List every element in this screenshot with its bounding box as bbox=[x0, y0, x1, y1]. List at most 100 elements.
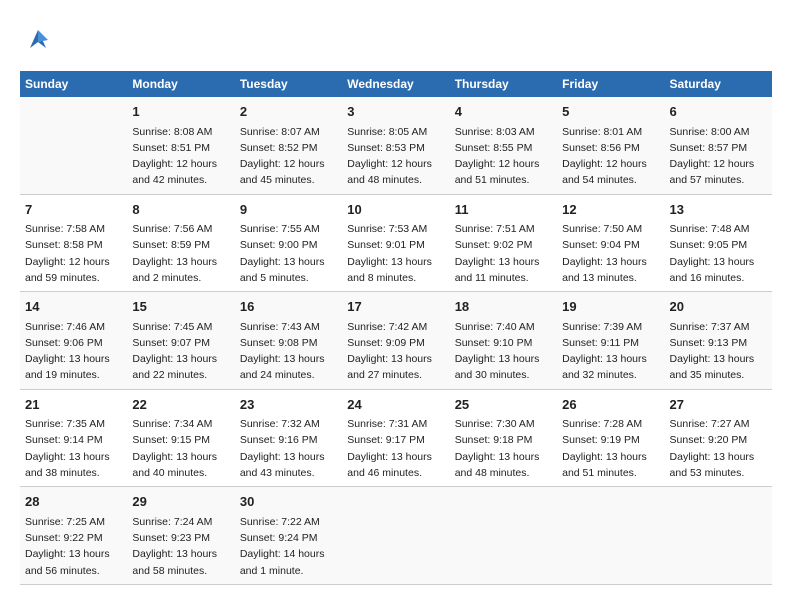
day-number: 23 bbox=[240, 395, 337, 415]
logo-icon bbox=[20, 20, 56, 56]
calendar-cell: 29Sunrise: 7:24 AM Sunset: 9:23 PM Dayli… bbox=[127, 487, 234, 585]
day-number: 29 bbox=[132, 492, 229, 512]
calendar-cell: 1Sunrise: 8:08 AM Sunset: 8:51 PM Daylig… bbox=[127, 97, 234, 194]
calendar-cell: 12Sunrise: 7:50 AM Sunset: 9:04 PM Dayli… bbox=[557, 194, 664, 292]
day-info: Sunrise: 7:40 AM Sunset: 9:10 PM Dayligh… bbox=[455, 319, 552, 384]
day-number: 9 bbox=[240, 200, 337, 220]
day-info: Sunrise: 7:58 AM Sunset: 8:58 PM Dayligh… bbox=[25, 221, 122, 286]
calendar-cell: 9Sunrise: 7:55 AM Sunset: 9:00 PM Daylig… bbox=[235, 194, 342, 292]
calendar-cell: 13Sunrise: 7:48 AM Sunset: 9:05 PM Dayli… bbox=[665, 194, 772, 292]
calendar-cell: 15Sunrise: 7:45 AM Sunset: 9:07 PM Dayli… bbox=[127, 292, 234, 390]
calendar-cell: 25Sunrise: 7:30 AM Sunset: 9:18 PM Dayli… bbox=[450, 389, 557, 487]
calendar-cell: 30Sunrise: 7:22 AM Sunset: 9:24 PM Dayli… bbox=[235, 487, 342, 585]
day-number: 22 bbox=[132, 395, 229, 415]
day-info: Sunrise: 7:56 AM Sunset: 8:59 PM Dayligh… bbox=[132, 221, 229, 286]
day-info: Sunrise: 8:03 AM Sunset: 8:55 PM Dayligh… bbox=[455, 124, 552, 189]
day-info: Sunrise: 7:37 AM Sunset: 9:13 PM Dayligh… bbox=[670, 319, 767, 384]
day-number: 24 bbox=[347, 395, 444, 415]
calendar-table: SundayMondayTuesdayWednesdayThursdayFrid… bbox=[20, 71, 772, 585]
day-info: Sunrise: 8:05 AM Sunset: 8:53 PM Dayligh… bbox=[347, 124, 444, 189]
calendar-cell: 5Sunrise: 8:01 AM Sunset: 8:56 PM Daylig… bbox=[557, 97, 664, 194]
day-info: Sunrise: 7:25 AM Sunset: 9:22 PM Dayligh… bbox=[25, 514, 122, 579]
day-number: 6 bbox=[670, 102, 767, 122]
calendar-cell: 6Sunrise: 8:00 AM Sunset: 8:57 PM Daylig… bbox=[665, 97, 772, 194]
calendar-cell: 10Sunrise: 7:53 AM Sunset: 9:01 PM Dayli… bbox=[342, 194, 449, 292]
calendar-cell bbox=[342, 487, 449, 585]
calendar-cell: 16Sunrise: 7:43 AM Sunset: 9:08 PM Dayli… bbox=[235, 292, 342, 390]
calendar-cell: 21Sunrise: 7:35 AM Sunset: 9:14 PM Dayli… bbox=[20, 389, 127, 487]
day-info: Sunrise: 8:07 AM Sunset: 8:52 PM Dayligh… bbox=[240, 124, 337, 189]
calendar-week: 7Sunrise: 7:58 AM Sunset: 8:58 PM Daylig… bbox=[20, 194, 772, 292]
day-number: 1 bbox=[132, 102, 229, 122]
calendar-body: 1Sunrise: 8:08 AM Sunset: 8:51 PM Daylig… bbox=[20, 97, 772, 584]
day-number: 30 bbox=[240, 492, 337, 512]
calendar-cell: 24Sunrise: 7:31 AM Sunset: 9:17 PM Dayli… bbox=[342, 389, 449, 487]
day-info: Sunrise: 7:32 AM Sunset: 9:16 PM Dayligh… bbox=[240, 416, 337, 481]
day-number: 20 bbox=[670, 297, 767, 317]
calendar-cell: 20Sunrise: 7:37 AM Sunset: 9:13 PM Dayli… bbox=[665, 292, 772, 390]
calendar-cell bbox=[665, 487, 772, 585]
calendar-cell: 3Sunrise: 8:05 AM Sunset: 8:53 PM Daylig… bbox=[342, 97, 449, 194]
calendar-cell: 19Sunrise: 7:39 AM Sunset: 9:11 PM Dayli… bbox=[557, 292, 664, 390]
day-number: 16 bbox=[240, 297, 337, 317]
calendar-cell: 14Sunrise: 7:46 AM Sunset: 9:06 PM Dayli… bbox=[20, 292, 127, 390]
day-info: Sunrise: 7:39 AM Sunset: 9:11 PM Dayligh… bbox=[562, 319, 659, 384]
logo bbox=[20, 20, 60, 61]
calendar-header: SundayMondayTuesdayWednesdayThursdayFrid… bbox=[20, 71, 772, 97]
calendar-cell bbox=[450, 487, 557, 585]
header-row: SundayMondayTuesdayWednesdayThursdayFrid… bbox=[20, 71, 772, 97]
header-cell: Sunday bbox=[20, 71, 127, 97]
calendar-cell: 18Sunrise: 7:40 AM Sunset: 9:10 PM Dayli… bbox=[450, 292, 557, 390]
day-info: Sunrise: 7:53 AM Sunset: 9:01 PM Dayligh… bbox=[347, 221, 444, 286]
calendar-cell: 23Sunrise: 7:32 AM Sunset: 9:16 PM Dayli… bbox=[235, 389, 342, 487]
calendar-cell: 2Sunrise: 8:07 AM Sunset: 8:52 PM Daylig… bbox=[235, 97, 342, 194]
page-header bbox=[20, 20, 772, 61]
day-number: 10 bbox=[347, 200, 444, 220]
day-info: Sunrise: 8:08 AM Sunset: 8:51 PM Dayligh… bbox=[132, 124, 229, 189]
day-info: Sunrise: 7:51 AM Sunset: 9:02 PM Dayligh… bbox=[455, 221, 552, 286]
day-info: Sunrise: 7:24 AM Sunset: 9:23 PM Dayligh… bbox=[132, 514, 229, 579]
calendar-cell: 22Sunrise: 7:34 AM Sunset: 9:15 PM Dayli… bbox=[127, 389, 234, 487]
day-number: 4 bbox=[455, 102, 552, 122]
day-info: Sunrise: 8:01 AM Sunset: 8:56 PM Dayligh… bbox=[562, 124, 659, 189]
day-number: 11 bbox=[455, 200, 552, 220]
header-cell: Wednesday bbox=[342, 71, 449, 97]
day-info: Sunrise: 7:46 AM Sunset: 9:06 PM Dayligh… bbox=[25, 319, 122, 384]
calendar-week: 28Sunrise: 7:25 AM Sunset: 9:22 PM Dayli… bbox=[20, 487, 772, 585]
day-info: Sunrise: 7:42 AM Sunset: 9:09 PM Dayligh… bbox=[347, 319, 444, 384]
day-number: 25 bbox=[455, 395, 552, 415]
day-info: Sunrise: 7:34 AM Sunset: 9:15 PM Dayligh… bbox=[132, 416, 229, 481]
day-number: 26 bbox=[562, 395, 659, 415]
calendar-cell: 8Sunrise: 7:56 AM Sunset: 8:59 PM Daylig… bbox=[127, 194, 234, 292]
day-number: 2 bbox=[240, 102, 337, 122]
day-info: Sunrise: 7:35 AM Sunset: 9:14 PM Dayligh… bbox=[25, 416, 122, 481]
day-number: 18 bbox=[455, 297, 552, 317]
header-cell: Friday bbox=[557, 71, 664, 97]
day-info: Sunrise: 7:45 AM Sunset: 9:07 PM Dayligh… bbox=[132, 319, 229, 384]
day-number: 14 bbox=[25, 297, 122, 317]
calendar-cell bbox=[20, 97, 127, 194]
day-number: 5 bbox=[562, 102, 659, 122]
day-number: 27 bbox=[670, 395, 767, 415]
day-info: Sunrise: 7:50 AM Sunset: 9:04 PM Dayligh… bbox=[562, 221, 659, 286]
day-info: Sunrise: 8:00 AM Sunset: 8:57 PM Dayligh… bbox=[670, 124, 767, 189]
calendar-week: 14Sunrise: 7:46 AM Sunset: 9:06 PM Dayli… bbox=[20, 292, 772, 390]
calendar-week: 1Sunrise: 8:08 AM Sunset: 8:51 PM Daylig… bbox=[20, 97, 772, 194]
header-cell: Thursday bbox=[450, 71, 557, 97]
day-number: 8 bbox=[132, 200, 229, 220]
calendar-cell: 27Sunrise: 7:27 AM Sunset: 9:20 PM Dayli… bbox=[665, 389, 772, 487]
day-number: 3 bbox=[347, 102, 444, 122]
day-info: Sunrise: 7:55 AM Sunset: 9:00 PM Dayligh… bbox=[240, 221, 337, 286]
day-info: Sunrise: 7:22 AM Sunset: 9:24 PM Dayligh… bbox=[240, 514, 337, 579]
day-info: Sunrise: 7:48 AM Sunset: 9:05 PM Dayligh… bbox=[670, 221, 767, 286]
day-number: 13 bbox=[670, 200, 767, 220]
calendar-cell: 28Sunrise: 7:25 AM Sunset: 9:22 PM Dayli… bbox=[20, 487, 127, 585]
calendar-cell: 17Sunrise: 7:42 AM Sunset: 9:09 PM Dayli… bbox=[342, 292, 449, 390]
day-info: Sunrise: 7:30 AM Sunset: 9:18 PM Dayligh… bbox=[455, 416, 552, 481]
header-cell: Tuesday bbox=[235, 71, 342, 97]
day-number: 28 bbox=[25, 492, 122, 512]
calendar-cell: 7Sunrise: 7:58 AM Sunset: 8:58 PM Daylig… bbox=[20, 194, 127, 292]
day-info: Sunrise: 7:27 AM Sunset: 9:20 PM Dayligh… bbox=[670, 416, 767, 481]
day-number: 12 bbox=[562, 200, 659, 220]
calendar-week: 21Sunrise: 7:35 AM Sunset: 9:14 PM Dayli… bbox=[20, 389, 772, 487]
